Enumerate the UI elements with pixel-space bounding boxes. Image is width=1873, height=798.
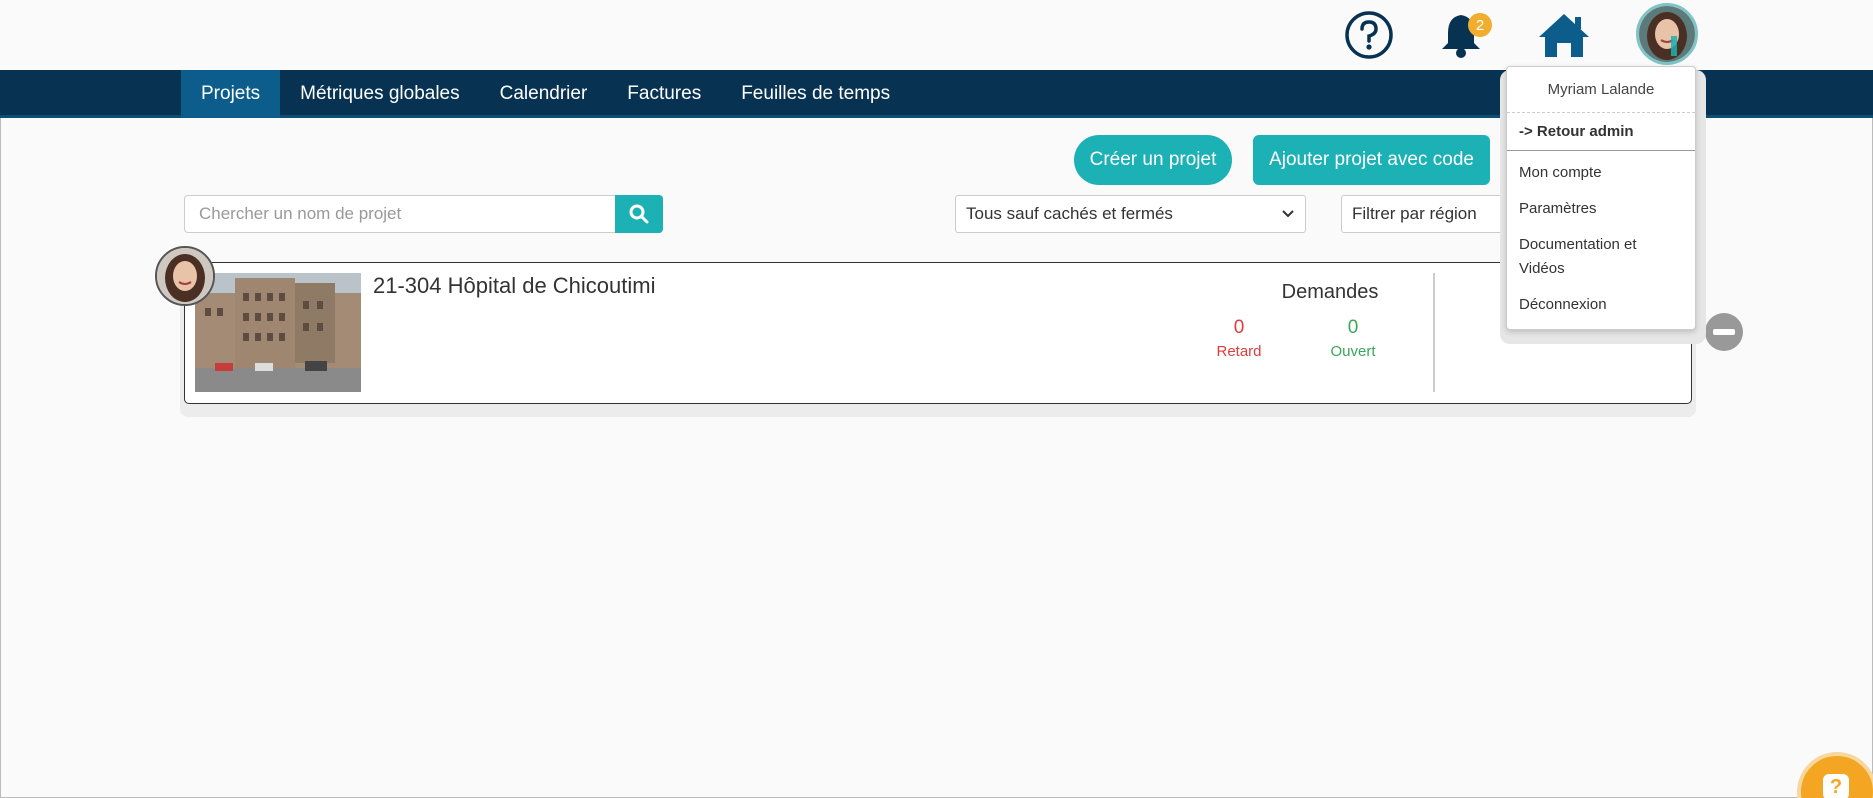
search-button[interactable] [615, 195, 663, 233]
help-chat-icon: ? [1823, 774, 1849, 798]
search-icon [629, 204, 649, 224]
add-project-code-button[interactable]: Ajouter projet avec code [1253, 135, 1490, 185]
nav-tab-metriques-globales[interactable]: Métriques globales [280, 70, 479, 118]
card-divider [1433, 273, 1435, 392]
project-photo [195, 273, 361, 392]
retard-count: 0 [1233, 317, 1245, 338]
nav-tab-calendrier[interactable]: Calendrier [480, 70, 608, 118]
dropdown-item-mon-compte[interactable]: Mon compte [1507, 155, 1695, 191]
chevron-down-icon [1282, 210, 1294, 218]
create-project-button[interactable]: Créer un projet [1074, 135, 1232, 185]
retard-stat: 0 Retard [1199, 317, 1279, 360]
status-filter-value: Tous sauf cachés et fermés [966, 204, 1173, 223]
user-avatar[interactable] [1636, 3, 1698, 65]
bell-icon[interactable]: 2 [1434, 8, 1492, 62]
user-dropdown-menu: Myriam Lalande -> Retour admin Mon compt… [1506, 66, 1696, 330]
nav-tab-factures[interactable]: Factures [607, 70, 721, 118]
retard-label: Retard [1216, 343, 1262, 360]
help-icon[interactable] [1342, 8, 1396, 62]
notification-badge: 2 [1468, 13, 1492, 37]
dropdown-user-name: Myriam Lalande [1507, 67, 1695, 113]
dropdown-item-documentation[interactable]: Documentation et Vidéos [1507, 227, 1695, 287]
project-card[interactable]: 21-304 Hôpital de Chicoutimi Demandes 0 … [184, 262, 1692, 404]
nav-tab-projets[interactable]: Projets [181, 70, 281, 118]
region-filter-value: Filtrer par région [1352, 204, 1477, 223]
demandes-label: Demandes [1281, 281, 1379, 303]
home-icon[interactable] [1537, 8, 1591, 62]
status-filter-select[interactable]: Tous sauf cachés et fermés [955, 195, 1306, 233]
dropdown-item-parametres[interactable]: Paramètres [1507, 191, 1695, 227]
dropdown-return-admin[interactable]: -> Retour admin [1507, 113, 1695, 151]
project-title: 21-304 Hôpital de Chicoutimi [373, 273, 656, 298]
region-filter-select[interactable]: Filtrer par région [1341, 195, 1516, 233]
ouvert-count: 0 [1347, 317, 1359, 338]
minus-icon [1713, 329, 1735, 335]
ouvert-stat: 0 Ouvert [1313, 317, 1393, 360]
ouvert-label: Ouvert [1330, 343, 1376, 360]
dropdown-item-deconnexion[interactable]: Déconnexion [1507, 287, 1695, 323]
nav-tab-feuilles-de-temps[interactable]: Feuilles de temps [721, 70, 910, 118]
search-input[interactable]: Chercher un nom de projet [184, 195, 616, 233]
top-header: 2 [0, 0, 1873, 70]
remove-project-button[interactable] [1705, 313, 1743, 351]
project-owner-avatar [155, 246, 215, 306]
